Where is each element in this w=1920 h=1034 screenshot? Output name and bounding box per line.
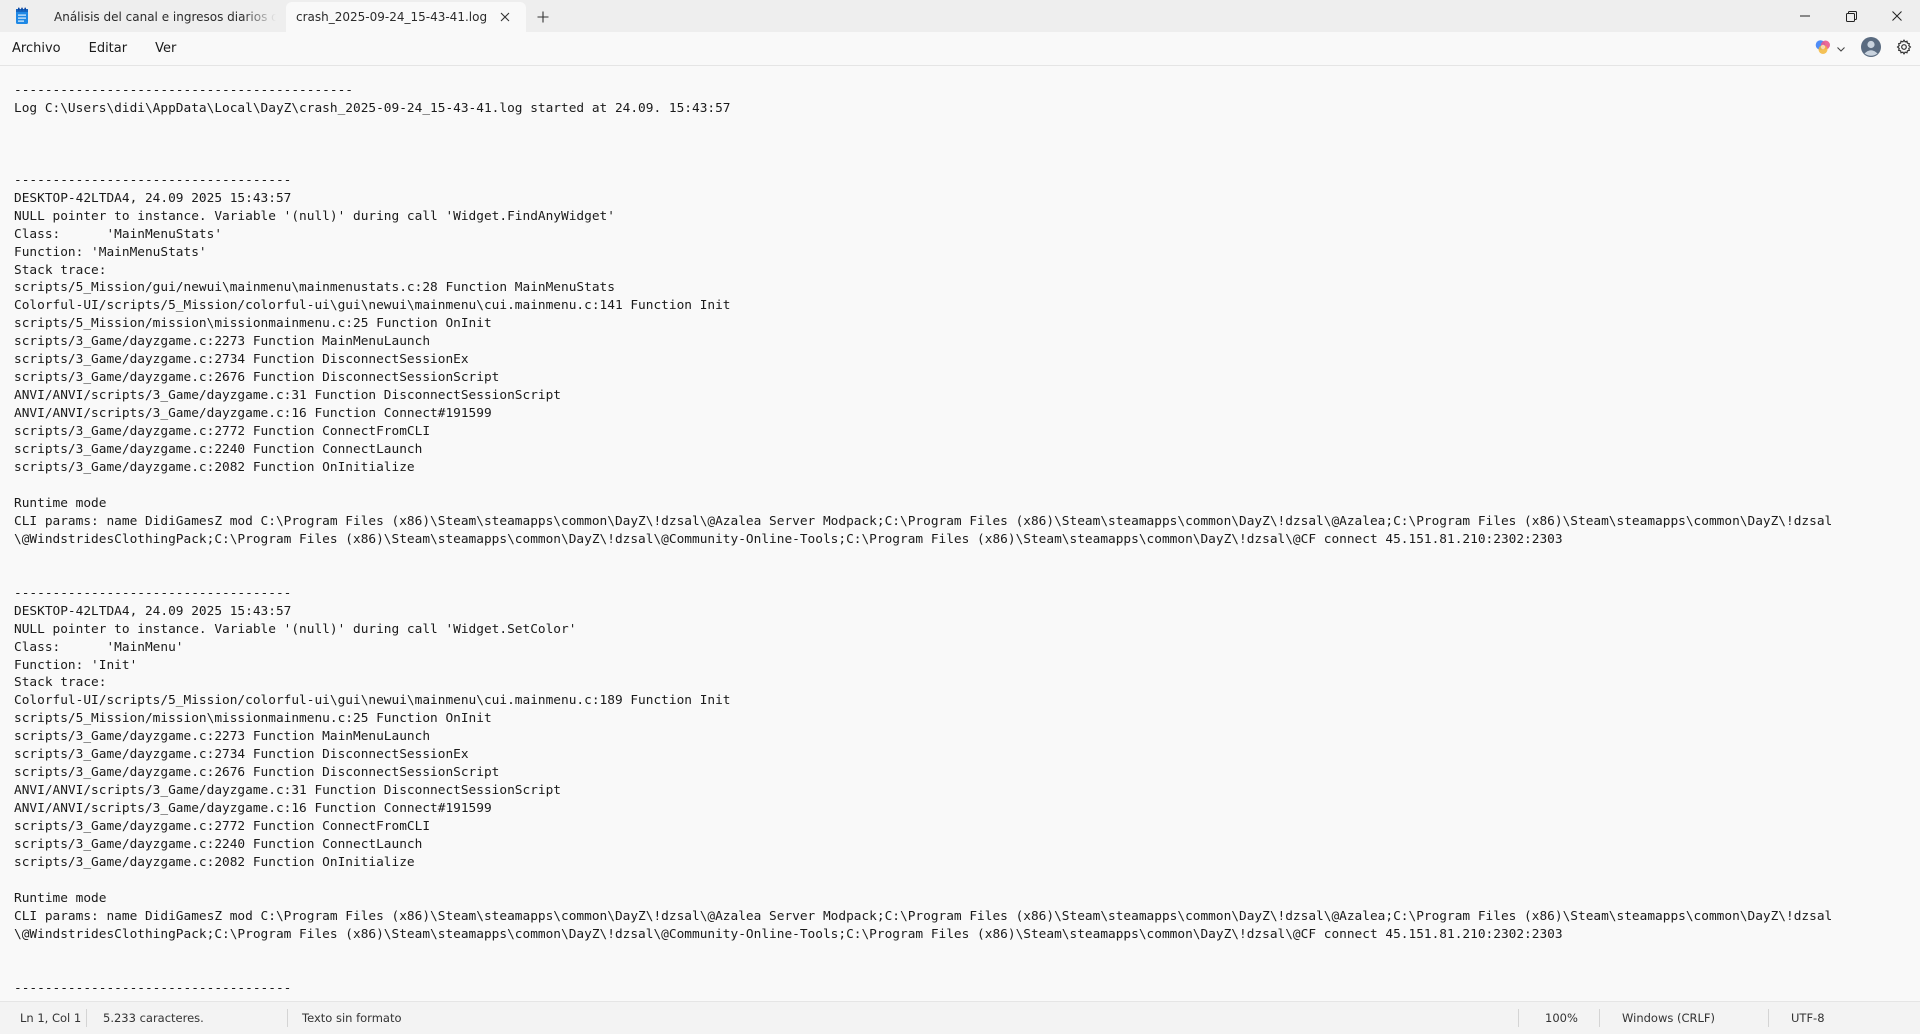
minimize-icon[interactable] bbox=[1782, 0, 1828, 32]
menu-bar: Archivo Editar Ver bbox=[0, 32, 1920, 66]
tab-analisis[interactable]: Análisis del canal e ingresos diarios de… bbox=[44, 2, 286, 32]
gear-icon[interactable] bbox=[1896, 38, 1912, 59]
zoom-level[interactable]: 100% bbox=[1519, 1002, 1599, 1034]
chevron-down-icon bbox=[1836, 39, 1846, 58]
menu-archivo[interactable]: Archivo bbox=[1, 36, 72, 61]
tab-title: Análisis del canal e ingresos diarios de… bbox=[54, 10, 276, 24]
close-icon[interactable] bbox=[494, 6, 516, 28]
text-editor[interactable]: ----------------------------------------… bbox=[0, 66, 1920, 1001]
plus-icon[interactable] bbox=[526, 2, 560, 32]
menu-editar[interactable]: Editar bbox=[78, 36, 139, 61]
tab-title: crash_2025-09-24_15-43-41.log bbox=[296, 10, 488, 24]
tab-crash-log[interactable]: crash_2025-09-24_15-43-41.log bbox=[286, 2, 526, 32]
notepad-icon bbox=[0, 0, 44, 32]
title-bar: Análisis del canal e ingresos diarios de… bbox=[0, 0, 1920, 32]
copilot-icon bbox=[1814, 38, 1832, 60]
menubar-right bbox=[1814, 32, 1912, 65]
close-icon[interactable] bbox=[1874, 0, 1920, 32]
account-icon[interactable] bbox=[1860, 36, 1882, 62]
cursor-position[interactable]: Ln 1, Col 1 bbox=[0, 1002, 86, 1034]
log-content[interactable]: ----------------------------------------… bbox=[14, 82, 1832, 998]
encoding[interactable]: UTF-8 bbox=[1769, 1002, 1825, 1034]
notepad-window: Análisis del canal e ingresos diarios de… bbox=[0, 0, 1920, 1034]
copilot-button[interactable] bbox=[1814, 38, 1846, 60]
line-ending[interactable]: Windows (CRLF) bbox=[1600, 1002, 1768, 1034]
window-controls bbox=[1782, 0, 1920, 32]
maximize-icon[interactable] bbox=[1828, 0, 1874, 32]
menu-ver[interactable]: Ver bbox=[144, 36, 187, 61]
status-bar: Ln 1, Col 1 5.233 caracteres. Texto sin … bbox=[0, 1001, 1920, 1034]
text-format[interactable]: Texto sin formato bbox=[288, 1002, 1518, 1034]
character-count: 5.233 caracteres. bbox=[103, 1011, 204, 1025]
